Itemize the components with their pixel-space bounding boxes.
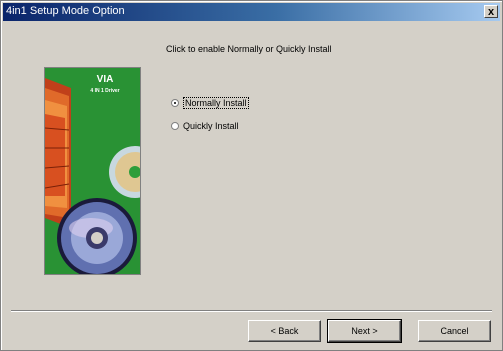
banner-artwork: VIA 4 IN 1 Driver bbox=[45, 68, 140, 274]
option-quickly-install[interactable]: Quickly Install bbox=[171, 119, 239, 133]
option-normally-install[interactable]: Normally Install bbox=[171, 96, 249, 110]
card-fan-graphic bbox=[45, 78, 71, 228]
instruction-text: Click to enable Normally or Quickly Inst… bbox=[166, 44, 332, 54]
close-icon: x bbox=[487, 6, 495, 18]
option-label: Normally Install bbox=[183, 97, 249, 109]
radio-unchecked-icon[interactable] bbox=[171, 122, 179, 130]
banner-subtitle: 4 IN 1 Driver bbox=[90, 88, 119, 94]
banner-brand: VIA bbox=[97, 74, 114, 85]
radio-checked-icon[interactable] bbox=[171, 99, 179, 107]
title-bar[interactable]: 4in1 Setup Mode Option x bbox=[3, 3, 500, 21]
via-driver-banner: VIA 4 IN 1 Driver bbox=[44, 67, 141, 275]
setup-dialog: 4in1 Setup Mode Option x Click to enable… bbox=[0, 0, 503, 351]
option-label: Quickly Install bbox=[183, 121, 239, 131]
close-button[interactable]: x bbox=[484, 5, 498, 18]
button-separator bbox=[11, 310, 492, 312]
next-button[interactable]: Next > bbox=[327, 319, 402, 343]
window-title: 4in1 Setup Mode Option bbox=[6, 5, 125, 17]
cancel-button[interactable]: Cancel bbox=[418, 320, 491, 342]
back-button[interactable]: < Back bbox=[248, 320, 321, 342]
